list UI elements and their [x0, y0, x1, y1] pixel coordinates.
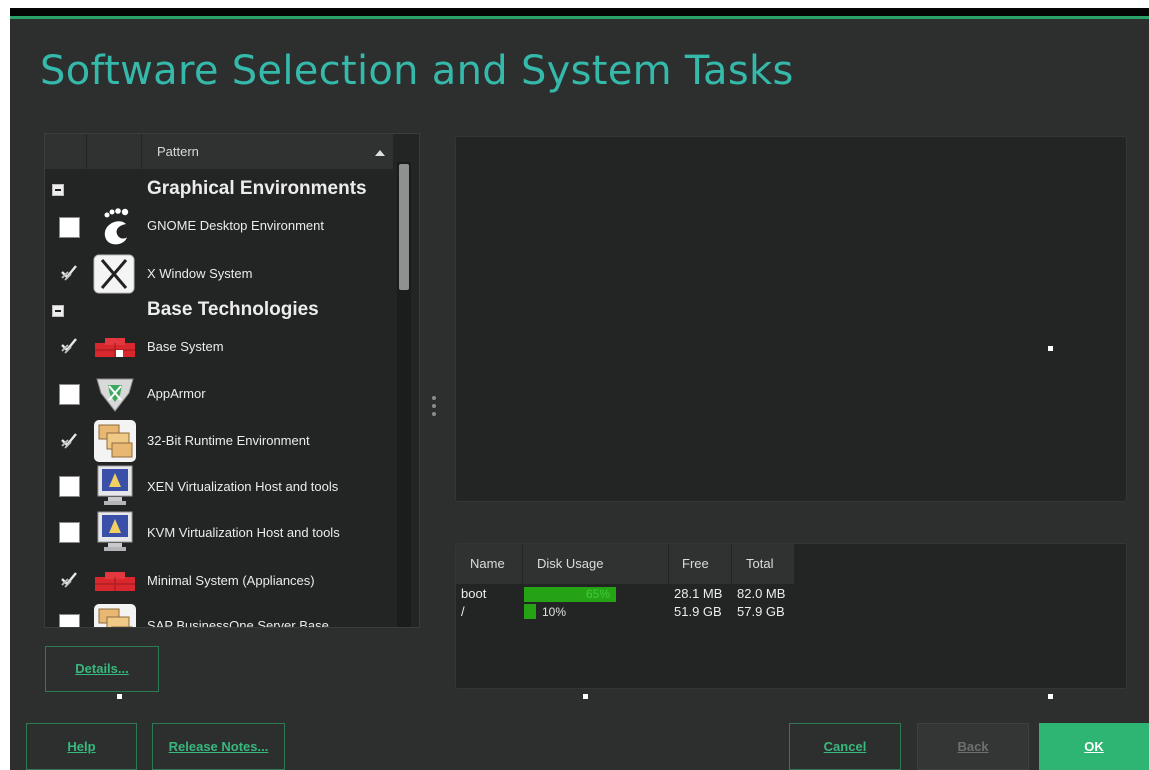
pattern-label: KVM Virtualization Host and tools [147, 525, 340, 540]
header-status-column[interactable] [45, 134, 87, 169]
cell-total: 57.9 GB [737, 604, 785, 619]
collapse-icon[interactable] [52, 184, 64, 196]
folders-icon [93, 419, 137, 463]
auto-selected-icon[interactable] [59, 335, 79, 355]
list-item-minimal-system[interactable]: Minimal System (Appliances) [45, 555, 395, 601]
red-bricks-icon [93, 335, 137, 359]
list-item-apparmor[interactable]: AppArmor [45, 371, 395, 417]
disk-usage-table: Name Disk Usage Free Total boot 65% 28.1… [455, 543, 1127, 689]
page-title: Software Selection and System Tasks [40, 48, 794, 94]
pattern-label: Base System [147, 339, 224, 354]
header-name[interactable]: Name [456, 544, 523, 584]
pattern-checkbox[interactable] [59, 614, 80, 627]
ok-button[interactable]: OK [1039, 723, 1149, 770]
cell-name: / [461, 604, 465, 619]
list-item-gnome[interactable]: GNOME Desktop Environment [45, 204, 395, 250]
category-row-base-technologies[interactable]: Base Technologies [45, 297, 395, 325]
monitor-icon [93, 511, 137, 553]
header-total[interactable]: Total [732, 544, 795, 584]
pattern-checkbox[interactable] [59, 384, 80, 405]
marker-dot [1048, 694, 1053, 699]
pattern-label: Minimal System (Appliances) [147, 573, 315, 588]
details-button[interactable]: Details... [45, 646, 159, 692]
category-label: Base Technologies [147, 299, 319, 320]
list-item-32bit-runtime[interactable]: 32-Bit Runtime Environment [45, 417, 395, 463]
pattern-label: X Window System [147, 266, 253, 281]
sort-ascending-icon [375, 150, 385, 156]
usage-percent: 65% [586, 587, 611, 601]
release-notes-button[interactable]: Release Notes... [152, 723, 285, 770]
cell-name: boot [461, 586, 487, 601]
auto-selected-icon[interactable] [59, 262, 79, 282]
pattern-label: XEN Virtualization Host and tools [147, 479, 339, 494]
auto-selected-icon[interactable] [59, 430, 79, 450]
apparmor-shield-icon [93, 375, 137, 413]
auto-selected-icon[interactable] [59, 569, 79, 589]
pattern-checkbox[interactable] [59, 476, 80, 497]
list-item-xen[interactable]: XEN Virtualization Host and tools [45, 463, 395, 509]
help-button[interactable]: Help [26, 723, 137, 770]
category-label: Graphical Environments [147, 178, 367, 199]
list-header: Pattern [45, 134, 394, 169]
pattern-label: AppArmor [147, 386, 206, 401]
folders-icon [93, 603, 137, 627]
back-button[interactable]: Back [917, 723, 1029, 770]
list-scrollbar[interactable] [397, 162, 411, 627]
cell-free: 51.9 GB [674, 604, 722, 619]
splitter-handle[interactable] [432, 396, 436, 422]
marker-dot [583, 694, 588, 699]
cell-total: 82.0 MB [737, 586, 786, 601]
header-pattern-column[interactable]: Pattern [142, 134, 394, 169]
list-item-x-window-system[interactable]: X Window System [45, 250, 395, 296]
pattern-label: SAP BusinessOne Server Base [147, 618, 329, 628]
gnome-foot-icon [93, 206, 137, 250]
pattern-checkbox[interactable] [59, 522, 80, 543]
list-item-sap-businessone[interactable]: SAP BusinessOne Server Base [45, 601, 395, 628]
marker-dot [1048, 346, 1053, 351]
header-pattern-label: Pattern [157, 144, 199, 159]
installer-window: Software Selection and System Tasks Patt… [10, 8, 1149, 770]
top-bar [10, 8, 1149, 16]
header-free[interactable]: Free [669, 544, 732, 584]
monitor-icon [93, 465, 137, 507]
collapse-icon[interactable] [52, 305, 64, 317]
header-icon-column[interactable] [87, 134, 142, 169]
x-window-icon [93, 254, 135, 294]
marker-dot [117, 694, 122, 699]
usage-percent: 10% [542, 605, 567, 619]
category-row-graphical-environments[interactable]: Graphical Environments [45, 176, 395, 204]
red-bricks-icon [93, 569, 137, 593]
pattern-description-panel [455, 136, 1127, 502]
cell-free: 28.1 MB [674, 586, 723, 601]
header-disk-usage[interactable]: Disk Usage [523, 544, 669, 584]
list-item-kvm[interactable]: KVM Virtualization Host and tools [45, 509, 395, 555]
top-accent-line [10, 16, 1149, 19]
pattern-label: GNOME Desktop Environment [147, 218, 325, 233]
pattern-checkbox[interactable] [59, 217, 80, 238]
usage-bar [524, 604, 536, 619]
cancel-button[interactable]: Cancel [789, 723, 901, 770]
list-item-base-system[interactable]: Base System [45, 325, 395, 371]
scrollbar-thumb[interactable] [399, 164, 409, 290]
pattern-list[interactable]: Pattern Graphical Environments GNOME Des… [44, 133, 420, 628]
pattern-label: 32-Bit Runtime Environment [147, 433, 310, 448]
